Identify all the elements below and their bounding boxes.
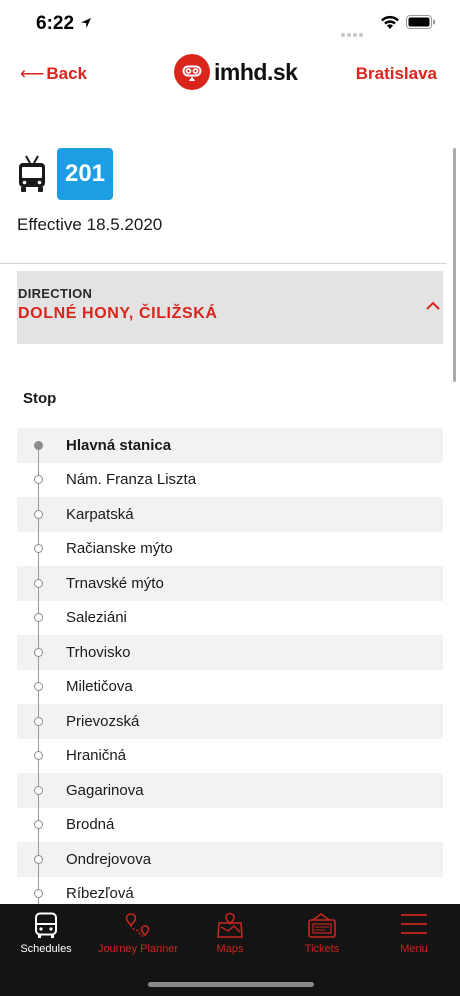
stop-dot-icon [34, 751, 43, 761]
stop-row[interactable]: Nám. Franza Liszta [17, 462, 443, 497]
stop-dot-icon [34, 544, 43, 554]
logo-bus-icon [174, 54, 210, 90]
scrollbar[interactable] [453, 148, 456, 382]
stop-row[interactable]: Hlavná stanica [17, 428, 443, 463]
stop-name: Karpatská [66, 505, 134, 523]
stop-name: Hlavná stanica [66, 436, 172, 454]
stop-row[interactable]: Saleziáni [17, 600, 443, 635]
status-bar: 6:22 [0, 0, 460, 48]
stop-name: Gagarinova [66, 781, 144, 799]
line-number-badge: 201 [57, 148, 113, 200]
stop-name: Brodná [66, 816, 115, 834]
back-button[interactable]: ⟵ Back [20, 64, 87, 84]
stop-name: Miletičova [66, 678, 133, 696]
tab-maps[interactable]: Maps [184, 904, 276, 964]
stop-name: Ondrejovova [66, 850, 152, 868]
back-label: Back [46, 64, 88, 83]
stop-name: Saleziáni [66, 609, 127, 627]
stop-row[interactable]: Brodná [17, 807, 443, 842]
stop-dot-icon [34, 440, 43, 450]
stop-dot-icon [34, 613, 43, 623]
home-indicator [148, 982, 314, 987]
tab-tickets[interactable]: Tickets [276, 904, 368, 964]
stops-list: Hlavná stanica Nám. Franza Liszta Karpat… [17, 428, 443, 911]
stop-row[interactable]: Karpatská [17, 497, 443, 532]
stop-dot-icon [34, 509, 43, 519]
stop-dot-icon [34, 578, 43, 588]
stop-row[interactable]: Ondrejovova [17, 842, 443, 877]
ticket-icon [308, 913, 336, 938]
stop-dot-icon [34, 889, 43, 899]
stop-dot-icon [34, 785, 43, 795]
tab-label: Journey Planner [97, 943, 179, 955]
tab-journey-planner[interactable]: Journey Planner [92, 904, 184, 964]
trolleybus-icon [19, 155, 45, 192]
signal-dots-icon [341, 24, 365, 42]
stop-name: Nám. Franza Liszta [66, 471, 197, 489]
stop-name: Trhovisko [66, 643, 131, 661]
stop-name: Trnavské mýto [66, 574, 164, 592]
chevron-up-icon [426, 301, 440, 310]
stop-dot-icon [34, 820, 43, 830]
stop-name: Prievozská [66, 712, 140, 730]
tab-menu[interactable]: Menu [368, 904, 460, 964]
navigation-bar: ⟵ Back imhd.sk Bratislava [0, 48, 460, 104]
stops-column-header: Stop [23, 390, 57, 407]
menu-icon [401, 914, 427, 934]
line-header: 201 [17, 148, 113, 200]
stop-name: Hraničná [66, 747, 127, 765]
stop-row[interactable]: Gagarinova [17, 773, 443, 808]
city-selector-button[interactable]: Bratislava [356, 64, 437, 84]
location-arrow-icon [81, 18, 91, 28]
battery-icon [406, 15, 435, 29]
tab-schedules[interactable]: Schedules [0, 904, 92, 964]
wifi-icon [381, 15, 399, 29]
direction-value: DOLNÉ HONY, ČILIŽSKÁ [18, 305, 218, 322]
stop-row[interactable]: Hraničná [17, 738, 443, 773]
logo-text: imhd.sk [214, 58, 298, 85]
stop-dot-icon [34, 716, 43, 726]
app-logo: imhd.sk [174, 54, 298, 90]
divider [0, 263, 447, 264]
route-pin-icon [125, 913, 150, 937]
direction-selector[interactable]: DIRECTION DOLNÉ HONY, ČILIŽSKÁ [17, 271, 443, 344]
map-icon [217, 912, 243, 938]
stop-row[interactable]: Miletičova [17, 669, 443, 704]
stop-name: Račianske mýto [66, 540, 173, 558]
stop-dot-icon [34, 854, 43, 864]
effective-date: Effective 18.5.2020 [17, 215, 163, 234]
tab-label: Menu [400, 943, 428, 955]
stop-row[interactable]: Račianske mýto [17, 531, 443, 566]
stop-dot-icon [34, 475, 43, 485]
stop-name: Ríbezľová [66, 885, 134, 903]
stop-row[interactable]: Trnavské mýto [17, 566, 443, 601]
stop-row[interactable]: Trhovisko [17, 635, 443, 670]
tab-label: Maps [216, 943, 244, 955]
back-arrow-icon: ⟵ [20, 64, 45, 83]
tab-label: Schedules [20, 943, 72, 955]
stop-dot-icon [34, 682, 43, 692]
direction-label: DIRECTION [18, 286, 93, 301]
stop-row[interactable]: Prievozská [17, 704, 443, 739]
tab-label: Tickets [304, 943, 340, 955]
status-time: 6:22 [36, 13, 75, 34]
bus-icon [35, 912, 57, 938]
stop-dot-icon [34, 647, 43, 657]
